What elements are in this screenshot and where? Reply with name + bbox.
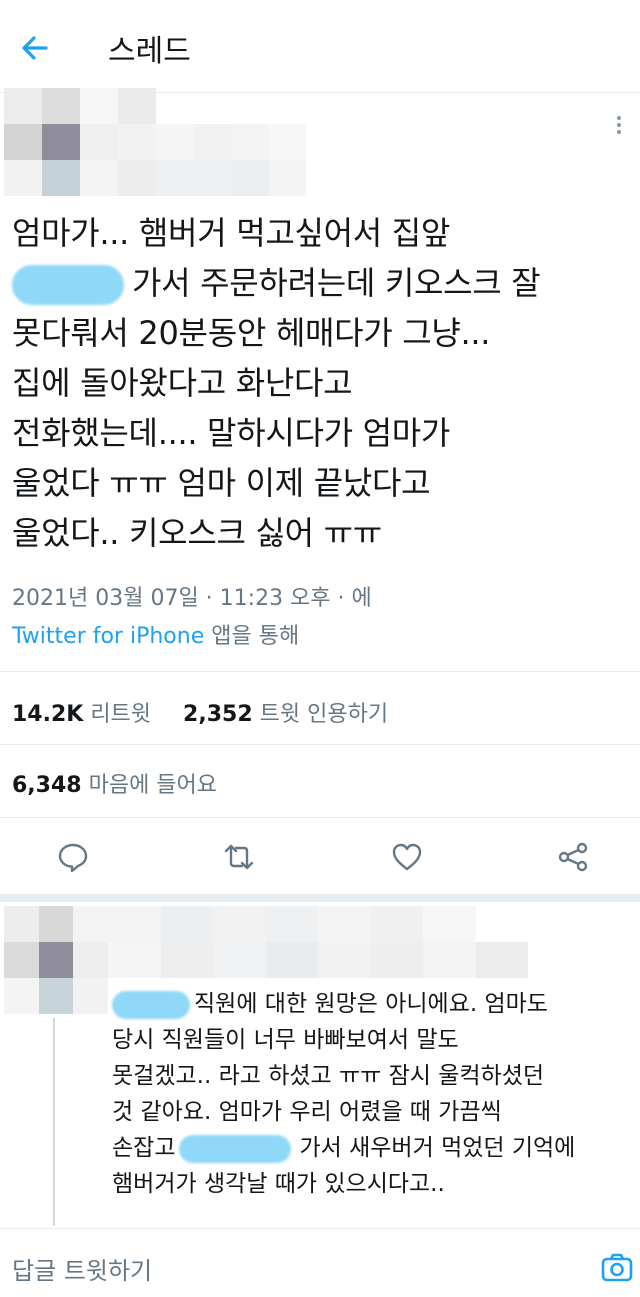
tweet-actions xyxy=(0,818,640,894)
tweet-source: Twitter for iPhone 앱을 통해 xyxy=(12,624,300,649)
reply-line: 당시 직원들이 너무 바빠보여서 말도 xyxy=(112,1027,459,1053)
tweet-line: 집에 돌아왔다고 화난다고 xyxy=(12,364,353,402)
like-button[interactable] xyxy=(390,840,424,874)
retweet-quote-stats: 14.2K 리트윗 2,352 트윗 인용하기 xyxy=(12,696,388,728)
reply-avatar-redacted xyxy=(4,906,108,1014)
tweet-text: 엄마가... 햄버거 먹고싶어서 집앞 가서 주문하려는데 키오스크 잘 못다뤄… xyxy=(12,208,627,558)
tweet-timestamp: 2021년 03월 07일 · 11:23 오후 · 에 xyxy=(12,586,372,611)
tweet-line-with-redaction: 가서 주문하려는데 키오스크 잘 xyxy=(12,258,627,308)
reply-text: 직원에 대한 원망은 아니에요. 엄마도 당시 직원들이 너무 바빠보여서 말도… xyxy=(112,986,632,1202)
arrow-left-icon xyxy=(22,36,48,60)
retweets-stat[interactable]: 14.2K 리트윗 xyxy=(12,702,151,727)
reply-line: 못걸겠고.. 라고 하셨고 ㅠㅠ 잠시 울컥하셨던 xyxy=(112,1063,545,1089)
back-button[interactable] xyxy=(16,28,56,68)
section-divider xyxy=(0,894,640,902)
redacted-store-name xyxy=(12,265,124,305)
retweet-button[interactable] xyxy=(222,840,256,874)
redacted-store-name xyxy=(179,1134,292,1163)
tweet-line: 못다뤄서 20분동안 헤매다가 그냥... xyxy=(12,314,491,352)
quote-tweets-stat[interactable]: 2,352 트윗 인용하기 xyxy=(183,702,388,727)
reply-line-with-redaction: 직원에 대한 원망은 아니에요. 엄마도 xyxy=(112,986,632,1022)
author-name-redacted xyxy=(156,124,306,196)
likes-stat[interactable]: 6,348 마음에 들어요 xyxy=(12,767,217,799)
reply-line: 것 같아요. 엄마가 우리 어렸을 때 가끔씩 xyxy=(112,1099,502,1125)
tweet-line: 엄마가... 햄버거 먹고싶어서 집앞 xyxy=(12,214,451,252)
divider xyxy=(0,744,640,745)
heart-icon xyxy=(392,843,422,871)
reply-button[interactable] xyxy=(56,840,90,874)
share-button[interactable] xyxy=(556,840,590,874)
top-bar: 스레드 xyxy=(0,0,640,93)
camera-icon xyxy=(601,1253,633,1282)
divider xyxy=(0,671,640,672)
more-vertical-icon xyxy=(617,116,621,120)
comment-icon xyxy=(58,843,88,873)
source-link[interactable]: Twitter for iPhone xyxy=(12,624,204,649)
share-icon xyxy=(558,842,588,872)
reply-compose-bar: 답글 트윗하기 xyxy=(0,1228,640,1297)
reply-line-with-redaction: 손잡고 가서 새우버거 먹었던 기억에 xyxy=(112,1134,576,1163)
page-title: 스레드 xyxy=(108,34,191,69)
reply-author-name-redacted xyxy=(108,906,528,978)
camera-button[interactable] xyxy=(600,1251,634,1285)
tweet-line: 울었다 ㅠㅠ 엄마 이제 끝났다고 xyxy=(12,464,431,502)
more-options-button[interactable] xyxy=(612,113,626,143)
redacted-store-name xyxy=(112,990,190,1019)
thread-connector xyxy=(53,1018,55,1226)
retweet-icon xyxy=(224,844,254,870)
reply-line: 햄버거가 생각날 때가 있으시다고.. xyxy=(112,1171,445,1197)
tweet-line: 전화했는데.... 말하시다가 엄마가 xyxy=(12,414,451,452)
tweet-line: 울었다.. 키오스크 싫어 ㅠㅠ xyxy=(12,514,382,552)
reply-input[interactable]: 답글 트윗하기 xyxy=(12,1251,152,1286)
author-avatar-redacted xyxy=(4,88,156,196)
